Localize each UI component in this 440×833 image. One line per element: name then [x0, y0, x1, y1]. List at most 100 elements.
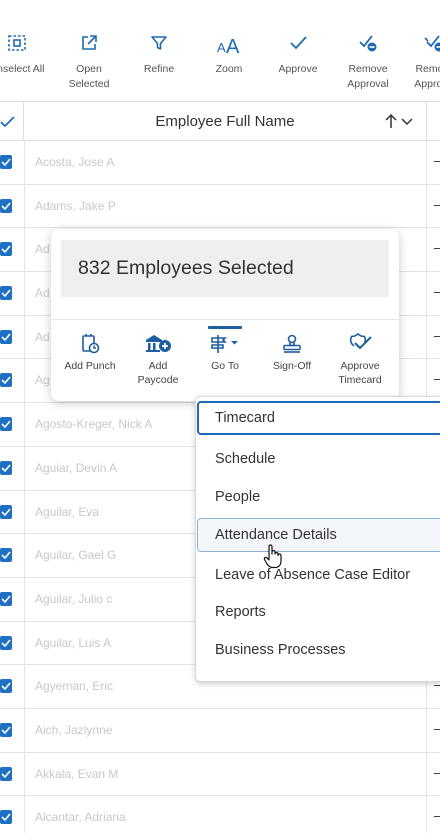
- table-row[interactable]: Aich, Jazlynne: [0, 708, 440, 753]
- checkmark-icon: [1, 376, 11, 385]
- add-punch-label: Add Punch: [64, 360, 116, 372]
- filter-icon: [124, 34, 194, 62]
- row-checkbox[interactable]: [0, 198, 12, 213]
- name-cell[interactable]: Akkala, Evan M: [24, 752, 426, 796]
- menu-item-timecard[interactable]: Timecard: [197, 401, 440, 435]
- zoom-text-icon: AA: [194, 34, 264, 62]
- approve-button[interactable]: Approve: [263, 34, 333, 77]
- add-paycode-label: Add Paycode: [137, 360, 179, 386]
- row-checkbox[interactable]: [0, 504, 12, 519]
- employee-name: Akkala, Evan M: [35, 766, 119, 781]
- employee-name: Aich, Jazlynne: [35, 722, 113, 737]
- employee-name: Adams, Jake P: [35, 198, 116, 213]
- checkmark-icon: [1, 595, 11, 604]
- checkmark-icon: [0, 116, 15, 128]
- employee-name: Agosto-Kreger, Nick A: [35, 417, 153, 432]
- checkmark-icon: [1, 813, 11, 822]
- checkmark-icon: [1, 464, 11, 472]
- name-cell[interactable]: Alcantar, Adriana: [24, 796, 426, 833]
- next-column-marker: [434, 816, 440, 818]
- row-checkbox[interactable]: [0, 329, 12, 344]
- employee-name: Aguilar, Eva: [35, 504, 100, 519]
- next-column-marker: [434, 685, 440, 687]
- go-to-button[interactable]: Go To: [194, 333, 256, 374]
- row-checkbox[interactable]: [0, 722, 12, 737]
- svg-text:A: A: [226, 36, 240, 56]
- row-checkbox[interactable]: [0, 548, 12, 563]
- employee-name: Ag: [35, 373, 50, 388]
- name-cell[interactable]: Aich, Jazlynne: [24, 708, 426, 752]
- row-checkbox[interactable]: [0, 635, 12, 650]
- add-punch-button[interactable]: Add Punch: [59, 333, 121, 374]
- menu-item-schedule[interactable]: Schedule: [197, 442, 440, 476]
- refine-label: Refine: [143, 63, 175, 75]
- remove-approval-button-2[interactable]: Remove Approval: [400, 34, 440, 92]
- next-column-marker: [434, 728, 440, 730]
- next-column-marker: [434, 292, 440, 294]
- checkmark-icon: [1, 202, 11, 210]
- employee-name: Acosta, Jose A: [35, 155, 115, 169]
- open-selected-label: Open Selected: [68, 63, 110, 90]
- table-row[interactable]: Akkala, Evan M: [0, 752, 440, 797]
- next-column-marker: [434, 204, 440, 206]
- menu-item-people[interactable]: People: [197, 480, 440, 514]
- unselect-all-icon: [0, 34, 52, 62]
- unselect-all-button[interactable]: Unselect All: [0, 34, 52, 77]
- add-paycode-icon: [146, 335, 171, 352]
- name-cell[interactable]: Adams, Jake P: [24, 184, 426, 228]
- employee-name: Agyeman, Eric: [35, 679, 114, 694]
- toolbar: Unselect All Open Selected Refine AA Zoo…: [0, 0, 440, 100]
- next-column-marker: [434, 161, 440, 162]
- goto-icon: [211, 335, 238, 353]
- checkmark-icon: [1, 420, 11, 429]
- check-icon: [263, 34, 333, 62]
- remove-approval-button[interactable]: Remove Approval: [333, 34, 403, 92]
- sign-off-label: Sign-Off: [272, 360, 312, 372]
- employee-name: Ad: [35, 242, 50, 257]
- row-checkbox[interactable]: [0, 242, 12, 257]
- remove-approval-icon: [333, 34, 403, 62]
- row-checkbox[interactable]: [0, 591, 12, 606]
- employee-name: Ad: [35, 286, 50, 301]
- employee-name: Aguilar, Julio c: [35, 591, 113, 606]
- next-column-marker: [434, 772, 440, 774]
- checkmark-icon: [1, 770, 11, 778]
- open-selected-button[interactable]: Open Selected: [54, 34, 124, 92]
- next-column-marker: [434, 335, 440, 337]
- approve-timecard-button[interactable]: Approve Timecard: [329, 333, 391, 387]
- sign-off-button[interactable]: Sign-Off: [261, 333, 323, 374]
- column-header-employee-name[interactable]: Employee Full Name: [24, 102, 426, 141]
- row-checkbox[interactable]: [0, 155, 12, 169]
- approve-label: Approve: [278, 63, 318, 75]
- name-cell[interactable]: Acosta, Jose A: [24, 141, 426, 184]
- refine-button[interactable]: Refine: [124, 34, 194, 77]
- checkmark-icon: [1, 726, 11, 735]
- zoom-button[interactable]: AA Zoom: [194, 34, 264, 77]
- row-checkbox[interactable]: [0, 286, 12, 301]
- remove-approval-label: Remove Approval: [347, 63, 389, 90]
- employee-name: Alcantar, Adriana: [35, 810, 126, 825]
- row-checkbox[interactable]: [0, 810, 12, 825]
- menu-item-business-processes[interactable]: Business Processes: [197, 633, 440, 667]
- menu-item-leave-of-absence-case-editor[interactable]: Leave of Absence Case Editor: [197, 558, 440, 592]
- menu-item-attendance-details[interactable]: Attendance Details: [197, 518, 440, 552]
- row-checkbox[interactable]: [0, 679, 12, 694]
- row-checkbox[interactable]: [0, 766, 12, 781]
- row-checkbox[interactable]: [0, 460, 12, 475]
- table-row[interactable]: Alcantar, Adriana: [0, 796, 440, 833]
- menu-item-reports[interactable]: Reports: [197, 595, 440, 629]
- add-paycode-button[interactable]: Add Paycode: [127, 333, 189, 387]
- row-checkbox[interactable]: [0, 417, 12, 432]
- table-row[interactable]: Adams, Jake P: [0, 184, 440, 229]
- sort-control[interactable]: [384, 113, 418, 134]
- next-column-marker: [434, 248, 440, 250]
- table-row[interactable]: Acosta, Jose A: [0, 141, 440, 185]
- row-checkbox[interactable]: [0, 373, 12, 388]
- employee-name: Aguilar, Luis A: [35, 635, 112, 650]
- sort-ascending-icon: [385, 113, 413, 128]
- divider: [51, 319, 399, 320]
- next-column-marker: [434, 379, 440, 381]
- sign-off-stamp-icon: [283, 334, 301, 353]
- employee-name: Aguiar, Devin A: [35, 460, 118, 475]
- select-all-checkbox[interactable]: [0, 102, 24, 141]
